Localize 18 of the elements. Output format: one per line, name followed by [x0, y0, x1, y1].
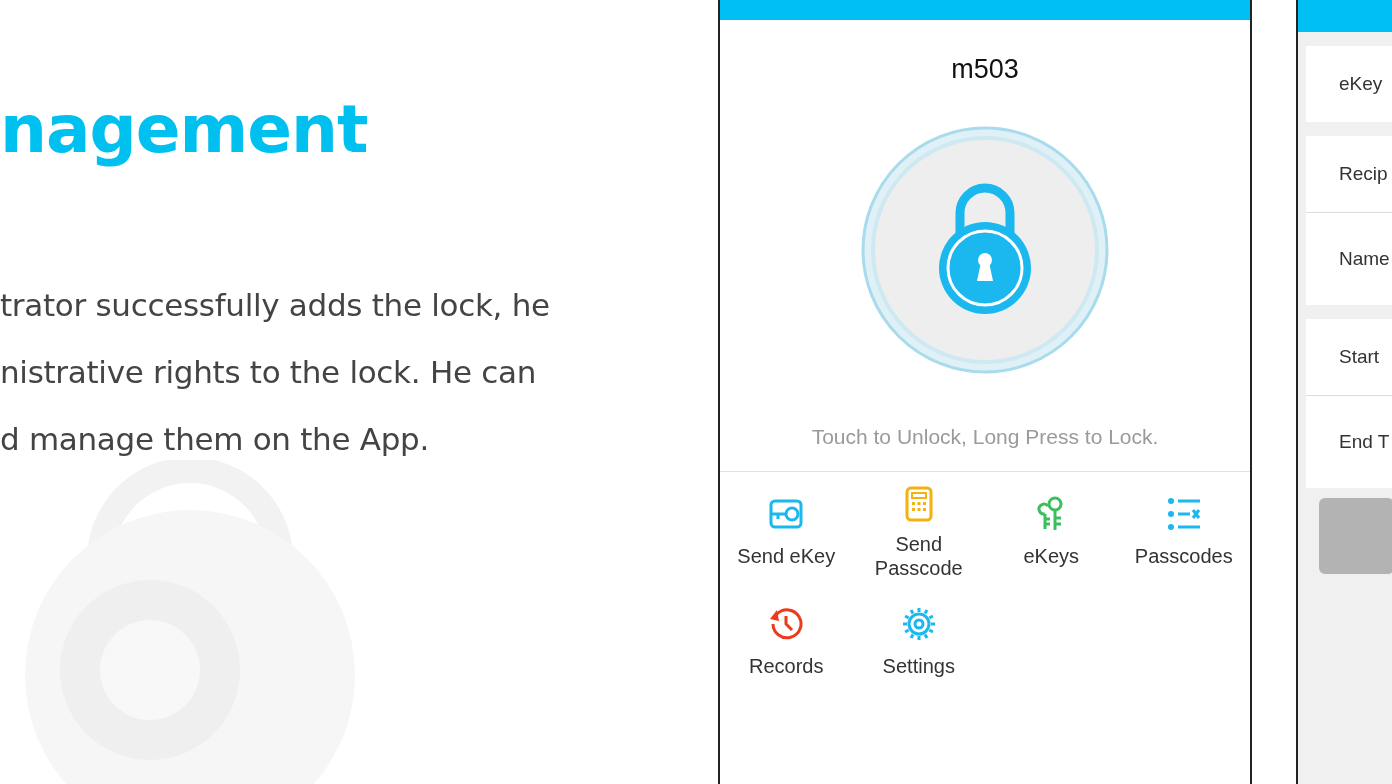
menu-button[interactable]: Settings: [882, 596, 955, 696]
form-row[interactable]: Start: [1306, 319, 1392, 395]
form-row[interactable]: End T: [1306, 395, 1392, 488]
unlock-button[interactable]: [860, 125, 1110, 375]
form-row[interactable]: Name: [1306, 212, 1392, 305]
lock-name: m503: [951, 54, 1019, 85]
form-row[interactable]: eKey: [1306, 46, 1392, 122]
slide-title: nagement: [0, 90, 369, 170]
body-text-line: trator successfully adds the lock, he: [0, 286, 551, 325]
menu-button[interactable]: eKeys: [1023, 486, 1080, 586]
body-text-line: nistrative rights to the lock. He can: [0, 353, 537, 392]
menu-button[interactable]: Records: [749, 596, 824, 696]
body-text-line: d manage them on the App.: [0, 420, 430, 459]
menu-button[interactable]: Passcodes: [1134, 486, 1233, 586]
menu-button[interactable]: Send Passcode: [874, 486, 963, 586]
form-row[interactable]: Recip: [1306, 136, 1392, 212]
menu-button[interactable]: Send eKey: [737, 486, 836, 586]
hint-text: Touch to Unlock, Long Press to Lock.: [811, 425, 1159, 449]
